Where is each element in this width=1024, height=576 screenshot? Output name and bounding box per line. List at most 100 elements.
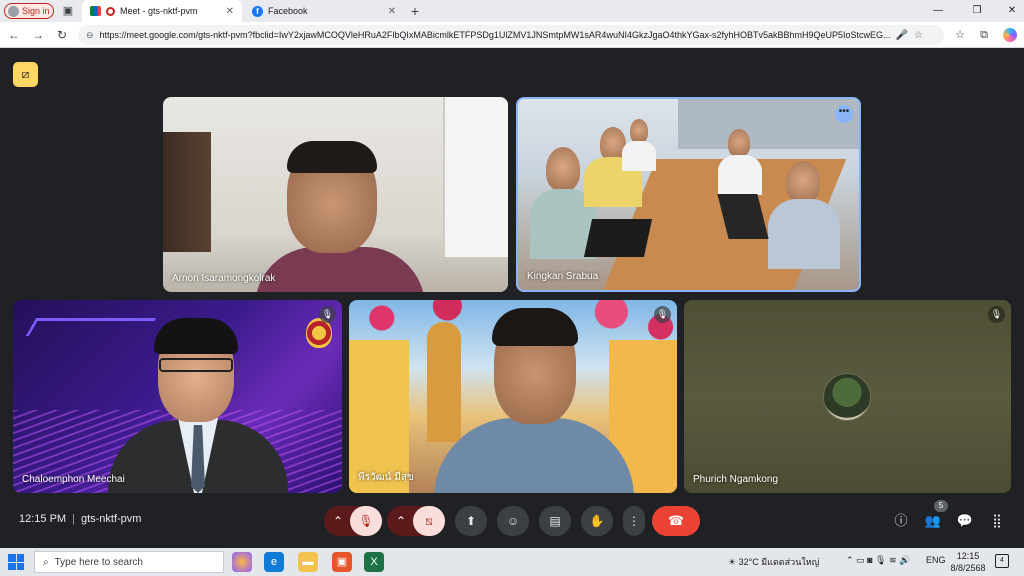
captions-button[interactable]: ▤ [539, 506, 571, 536]
edge-app-icon[interactable]: e [264, 552, 284, 572]
participant-tile[interactable]: Arnon Isaramongkolrak [163, 97, 508, 292]
clock-date: 8/8/2568 [950, 563, 986, 573]
notifications-icon[interactable]: 4 [995, 554, 1009, 568]
chat-button[interactable]: 💬 [955, 511, 975, 531]
site-info-icon[interactable]: ⊖ [86, 30, 94, 41]
close-tab-icon[interactable]: ✕ [226, 6, 234, 17]
present-screen-button[interactable]: ⬆ [455, 506, 487, 536]
facebook-icon: f [252, 5, 263, 17]
language-indicator[interactable]: ENG [926, 555, 946, 565]
taskbar-search[interactable]: ⌕ Type here to search [34, 551, 224, 573]
laptop [583, 219, 653, 257]
chevron-up-icon: ⌃ [396, 514, 407, 528]
search-placeholder: Type here to search [54, 556, 143, 568]
weather-widget[interactable]: ☀ 32°C มีแดดส่วนใหญ่ [728, 555, 819, 569]
weather-temp: 32°C [738, 557, 759, 567]
participant-name: Phurich Ngamkong [693, 474, 779, 485]
weather-text: มีแดดส่วนใหญ่ [761, 557, 820, 567]
volume-icon: 🔊 [899, 555, 911, 565]
people-button[interactable]: 👥 [923, 511, 943, 531]
camera-icon: ◙ [867, 555, 873, 565]
reactions-button[interactable]: ☺ [497, 506, 529, 536]
address-bar[interactable]: ⊖ https://meet.google.com/gts-nktf-pvm?f… [78, 25, 944, 45]
captions-icon: ▤ [549, 514, 561, 528]
participant-video [728, 129, 750, 157]
participant-name: Chaloemphon Meechai [22, 474, 125, 485]
audio-options-button[interactable]: ⌃ 🎙 [324, 506, 382, 536]
sign-in-label: Sign in [22, 6, 50, 16]
file-explorer-icon[interactable]: ▬ [298, 552, 318, 572]
participant-name: Arnon Isaramongkolrak [172, 273, 276, 284]
windows-start-icon[interactable] [8, 554, 24, 570]
clock-time: 12:15 [956, 551, 980, 561]
participant-name: พีรวัฒน์ มีสุข [358, 472, 414, 483]
mic-off-icon: 🎙 [654, 306, 671, 323]
system-tray-icons[interactable]: ⌃ ▭ ◙ 🎙 ≋ 🔊 [846, 555, 910, 566]
new-tab-icon[interactable]: + [408, 4, 422, 18]
maximize-icon[interactable]: ❐ [969, 3, 985, 19]
microphone-icon[interactable]: 🎤 [896, 30, 908, 41]
camera-off-button[interactable]: ⧅ [413, 506, 445, 536]
weather-icon: ☀ [728, 557, 737, 567]
emoji-icon: ☺ [506, 514, 520, 528]
participant-tile[interactable]: ••• Kingkan Srabua [516, 97, 861, 292]
more-options-button[interactable]: ⋮ [623, 506, 645, 536]
recording-icon [106, 6, 115, 16]
participant-video [434, 418, 634, 493]
copilot-app-icon[interactable] [232, 552, 252, 572]
video-options-button[interactable]: ⌃ ⧅ [387, 506, 445, 536]
tab-facebook[interactable]: f Facebook ✕ [244, 0, 404, 22]
excel-app-icon[interactable]: X [364, 552, 384, 572]
close-tab-icon[interactable]: ✕ [388, 6, 396, 17]
collections-icon[interactable]: ⧉ [976, 27, 992, 43]
favorites-icon[interactable]: ☆ [952, 27, 968, 43]
participant-video [630, 119, 648, 143]
reload-icon[interactable]: ↻ [54, 27, 70, 43]
participant-avatar [823, 373, 871, 421]
url-text[interactable]: https://meet.google.com/gts-nktf-pvm?fbc… [100, 30, 890, 40]
more-vert-icon: ⋮ [628, 514, 640, 528]
mic-off-icon: 🎙 [319, 306, 336, 323]
meeting-details: 12:15 PM | gts-nktf-pvm [19, 513, 142, 525]
close-window-icon[interactable]: ✕ [1004, 3, 1020, 19]
battery-icon: ▭ [856, 555, 865, 565]
participant-tile[interactable]: 🎙 Phurich Ngamkong [684, 300, 1011, 493]
minimize-icon[interactable]: — [930, 3, 946, 19]
browser-toolbar: ← → ↻ ⊖ https://meet.google.com/gts-nktf… [0, 22, 1024, 48]
meeting-code: gts-nktf-pvm [80, 513, 142, 525]
forward-icon[interactable]: → [30, 27, 46, 43]
microphone-icon: 🎙 [875, 555, 887, 565]
mic-off-icon: 🎙 [358, 514, 374, 528]
tab-actions-icon[interactable]: ▣ [61, 4, 75, 18]
app-icon[interactable]: ▣ [332, 552, 352, 572]
meeting-info-button[interactable]: ⓘ [891, 511, 911, 531]
favorite-star-icon[interactable]: ☆ [914, 30, 923, 41]
participant-tile[interactable]: 🎙 Chaloemphon Meechai [13, 300, 342, 493]
raise-hand-button[interactable]: ✋ [581, 506, 613, 536]
back-icon[interactable]: ← [6, 27, 22, 43]
participant-video [718, 155, 762, 195]
tab-meet[interactable]: Meet - gts-nktf-pvm ✕ [82, 0, 242, 22]
sign-in-button[interactable]: Sign in [4, 3, 54, 19]
microphone-off-button[interactable]: 🎙 [350, 506, 382, 536]
meeting-time: 12:15 PM [19, 513, 67, 525]
captions-off-icon[interactable]: ⧄ [13, 62, 38, 87]
virtual-background [25, 318, 157, 336]
taskbar-clock[interactable]: 12:15 8/8/2568 [950, 550, 986, 574]
participant-name: Kingkan Srabua [527, 271, 599, 282]
tab-meet-title: Meet - gts-nktf-pvm [120, 6, 198, 16]
activities-button[interactable]: ⣿ [987, 511, 1007, 531]
leave-call-button[interactable]: ☎ [652, 506, 700, 536]
more-options-button[interactable]: ••• [835, 105, 853, 123]
chevron-up-icon: ⌃ [846, 555, 854, 565]
participant-video [786, 161, 820, 203]
end-call-icon: ☎ [667, 513, 685, 528]
browser-tab-strip: Sign in ▣ Meet - gts-nktf-pvm ✕ f Facebo… [0, 0, 1024, 22]
participant-tile[interactable]: 🎙 พีรวัฒน์ มีสุข [349, 300, 677, 493]
background-shelf [163, 132, 211, 252]
hand-icon: ✋ [589, 514, 605, 528]
participant-video [622, 141, 656, 171]
participant-video [159, 358, 233, 372]
mic-off-icon: 🎙 [988, 306, 1005, 323]
copilot-icon[interactable] [1002, 27, 1018, 43]
